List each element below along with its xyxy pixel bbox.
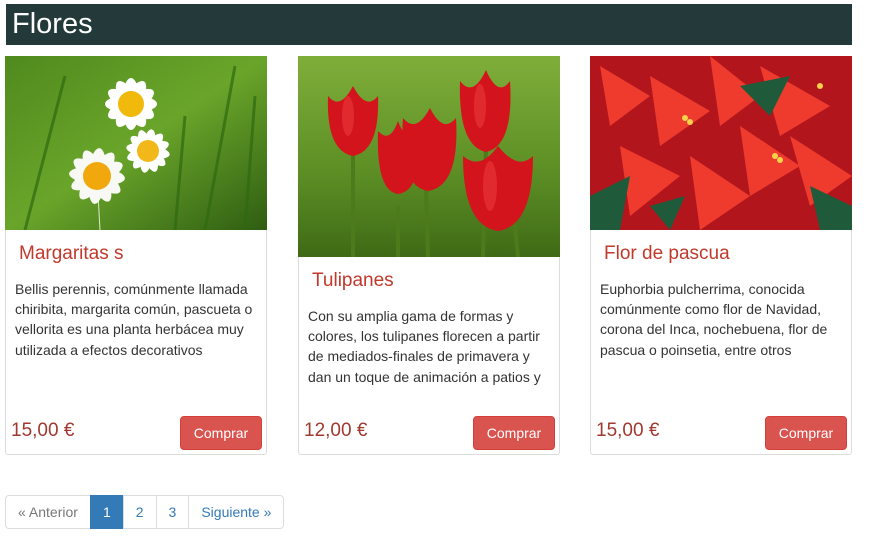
product-price: 15,00 € (596, 420, 660, 441)
buy-button[interactable]: Comprar (180, 416, 262, 450)
product-card-tulipanes: Tulipanes Con su amplia gama de formas y… (298, 56, 560, 455)
pagination-next[interactable]: Siguiente » (188, 495, 285, 529)
page-title: Flores (6, 4, 852, 45)
product-title[interactable]: Tulipanes (312, 269, 394, 293)
pagination-page-3[interactable]: 3 (155, 495, 190, 529)
product-price: 15,00 € (11, 420, 75, 441)
pagination-page-2[interactable]: 2 (122, 495, 157, 529)
product-title[interactable]: Margaritas s (19, 242, 124, 266)
product-card-flor-de-pascua: Flor de pascua Euphorbia pulcherrima, co… (590, 56, 852, 455)
product-price: 12,00 € (304, 420, 368, 441)
product-description: Euphorbia pulcherrima, conocida comúnmen… (600, 281, 828, 358)
buy-button[interactable]: Comprar (765, 416, 847, 450)
pagination-page-1[interactable]: 1 (89, 495, 124, 529)
buy-button[interactable]: Comprar (473, 416, 555, 450)
product-description: Con su amplia gama de formas y colores, … (308, 308, 541, 385)
poinsettia-photo (590, 56, 852, 230)
daisies-photo (5, 56, 267, 230)
product-card-margaritas: Margaritas s Bellis perennis, comúnmente… (5, 56, 267, 455)
tulips-photo (298, 56, 560, 257)
pagination-prev[interactable]: « Anterior (5, 495, 91, 529)
product-title[interactable]: Flor de pascua (604, 242, 730, 266)
pagination: « Anterior 1 2 3 Siguiente » (5, 495, 285, 529)
product-description: Bellis perennis, comúnmente llamada chir… (15, 281, 253, 358)
